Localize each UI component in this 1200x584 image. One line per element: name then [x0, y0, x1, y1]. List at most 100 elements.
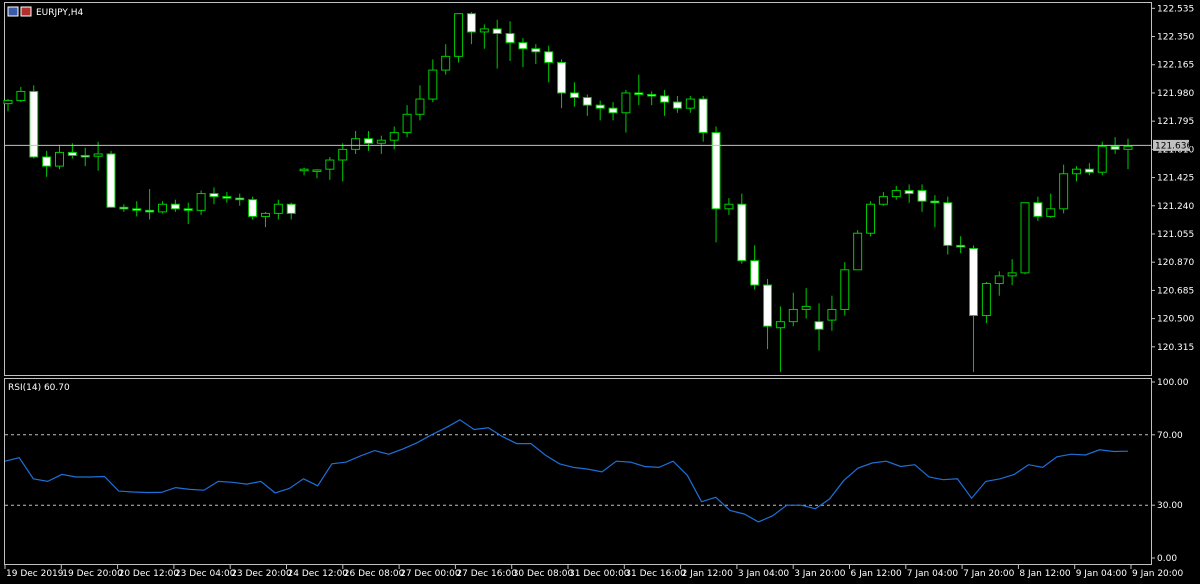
candle	[505, 21, 515, 61]
candle-body	[54, 151, 64, 167]
candle-body	[608, 107, 618, 114]
candle-body	[518, 42, 528, 50]
candle-body	[904, 190, 914, 195]
rsi-series: 100.00 70.00 30.00 0.00	[4, 378, 1189, 564]
candle-body	[672, 101, 682, 109]
candle	[1007, 259, 1017, 286]
candle-body	[1033, 202, 1043, 217]
time-tick-label: 27 Dec 00:00	[400, 569, 461, 579]
candle-body	[389, 132, 399, 141]
candle	[235, 193, 245, 206]
candle-body	[891, 190, 901, 198]
candle-body	[801, 305, 811, 310]
candle-body	[16, 90, 26, 102]
candle-body	[1046, 208, 1056, 217]
candle	[621, 89, 631, 133]
candle-body	[943, 202, 953, 246]
candle-body	[711, 132, 721, 210]
candle	[415, 85, 425, 121]
candle	[531, 44, 541, 64]
candle	[3, 99, 13, 112]
candle-body	[376, 139, 386, 144]
time-tick-label: 8 Jan 12:00	[1019, 569, 1071, 579]
candle	[196, 190, 206, 215]
candle	[775, 306, 785, 372]
candle	[608, 102, 618, 121]
candle	[479, 24, 489, 49]
candle-body	[67, 151, 77, 156]
candle-body	[1007, 272, 1017, 277]
candle-body	[196, 193, 206, 211]
time-tick-label: 19 Dec 2019	[6, 569, 64, 579]
candle-body	[827, 308, 837, 321]
candle	[878, 192, 888, 206]
candle	[1046, 193, 1056, 218]
candle	[93, 141, 103, 171]
candle	[1123, 138, 1133, 170]
candle	[595, 100, 605, 121]
candle-body	[1110, 145, 1120, 150]
price-tick-label: 121.240	[1157, 202, 1194, 212]
candle-body	[273, 203, 283, 214]
candle	[672, 96, 682, 113]
candle-body	[248, 199, 258, 217]
candle	[801, 288, 811, 319]
flag-icon	[7, 6, 19, 17]
candle-body	[299, 168, 309, 172]
candle	[827, 295, 837, 331]
chart-type-icon	[20, 6, 32, 17]
time-tick-label: 20 Dec 12:00	[119, 569, 180, 579]
rsi-tick-label: 0.00	[1157, 554, 1177, 564]
price-axis: 122.535 122.350 122.165 121.980 121.795 121.6…	[1151, 4, 1194, 353]
candle-body	[93, 153, 103, 157]
chart-canvas: 122.535 122.350 122.165 121.980 121.795 121.6…	[3, 2, 1194, 579]
candle-body	[1123, 145, 1133, 150]
candle-body	[814, 321, 824, 330]
price-tick-label: 122.350	[1157, 33, 1194, 43]
time-tick-label: 9 Jan 20:00	[1132, 569, 1184, 579]
candle-body	[930, 200, 940, 204]
candle-body	[531, 48, 541, 53]
candle-body	[29, 90, 39, 158]
candle	[737, 193, 747, 264]
candle-body	[647, 93, 657, 97]
candle-body	[183, 208, 193, 211]
candle	[763, 278, 773, 350]
candle	[544, 45, 554, 83]
candle	[286, 202, 296, 220]
candle-body	[788, 308, 798, 323]
candle	[582, 94, 592, 116]
candle	[209, 187, 219, 205]
time-tick-label: 26 Dec 08:00	[344, 569, 405, 579]
candle-body	[698, 98, 708, 134]
candle	[389, 126, 399, 150]
price-tick-label: 120.870	[1157, 258, 1194, 268]
candle	[518, 38, 528, 68]
time-tick-label: 19 Dec 20:00	[62, 569, 123, 579]
candle	[917, 184, 927, 212]
candle	[634, 74, 644, 106]
candle	[969, 245, 979, 372]
candle-body	[505, 32, 515, 44]
symbol-title: EURJPY,H4	[36, 8, 84, 18]
time-tick-label: 7 Jan 04:00	[907, 569, 959, 579]
candle-body	[775, 321, 785, 329]
candle-body	[969, 247, 979, 317]
candle-body	[351, 138, 361, 150]
candle	[943, 196, 953, 255]
candle	[569, 82, 579, 107]
candle	[312, 169, 322, 179]
candle-body	[660, 95, 670, 103]
candle	[222, 192, 232, 203]
candle	[402, 105, 412, 138]
candle	[647, 91, 657, 106]
candle	[299, 167, 309, 176]
candle	[814, 303, 824, 351]
candle	[325, 156, 335, 180]
candle-body	[1097, 145, 1107, 173]
candle	[930, 195, 940, 228]
candle-body	[479, 28, 489, 33]
candle-body	[157, 203, 167, 213]
candle-body	[402, 113, 412, 134]
candle	[660, 89, 670, 116]
